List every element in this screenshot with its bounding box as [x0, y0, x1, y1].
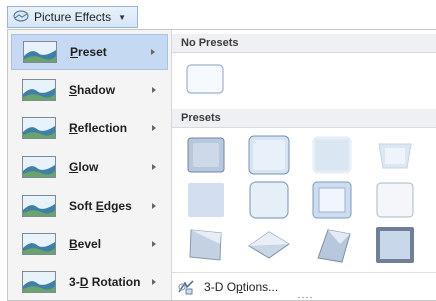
preset-tile[interactable]	[373, 179, 417, 221]
preset-gallery: No Presets Presets 3-D Options...	[172, 30, 436, 300]
effects-category-list: Preset Shadow Reflection Glow Soft Edges Beve…	[8, 30, 172, 300]
submenu-arrow-icon	[152, 87, 156, 93]
picture-effects-menu: Preset Shadow Reflection Glow Soft Edges Beve…	[7, 29, 436, 301]
bevel-thumb-icon	[22, 233, 56, 255]
3d-rotation-thumb-icon	[22, 271, 56, 293]
preset-tile[interactable]	[184, 179, 228, 221]
menu-item-label: Bevel	[69, 237, 102, 251]
menu-item-glow[interactable]: Glow	[11, 149, 168, 185]
preset-tile[interactable]	[184, 134, 228, 176]
menu-item-3-d-rotation[interactable]: 3-D Rotation	[11, 264, 168, 300]
preset-tile[interactable]	[184, 224, 228, 266]
menu-item-label: Reflection	[69, 121, 128, 135]
preset-tile[interactable]	[373, 134, 417, 176]
reflection-thumb-icon	[22, 117, 56, 139]
submenu-arrow-icon	[152, 279, 156, 285]
chevron-down-icon: ▼	[118, 12, 127, 22]
preset-thumb-icon	[23, 41, 57, 63]
menu-item-label: Preset	[70, 45, 107, 59]
submenu-arrow-icon	[152, 241, 156, 247]
menu-item-shadow[interactable]: Shadow	[11, 72, 168, 108]
submenu-arrow-icon	[151, 49, 155, 55]
menu-item-preset[interactable]: Preset	[11, 34, 168, 70]
menu-item-reflection[interactable]: Reflection	[11, 110, 168, 146]
3d-options-icon	[176, 278, 196, 296]
preset-tile[interactable]	[247, 179, 291, 221]
resize-grip-icon[interactable]	[297, 296, 313, 299]
menu-item-label: Glow	[69, 160, 99, 174]
submenu-arrow-icon	[152, 164, 156, 170]
no-preset-tile[interactable]	[184, 62, 226, 96]
presets-header: Presets	[172, 109, 436, 128]
menu-item-label: Shadow	[69, 83, 116, 97]
shadow-thumb-icon	[22, 79, 56, 101]
glow-thumb-icon	[22, 156, 56, 178]
menu-item-label: 3-D Rotation	[69, 275, 141, 289]
submenu-arrow-icon	[152, 125, 156, 131]
preset-tile[interactable]	[247, 224, 291, 266]
picture-effects-label: Picture Effects	[34, 10, 112, 24]
menu-item-soft-edges[interactable]: Soft Edges	[11, 188, 168, 224]
soft-edges-thumb-icon	[22, 195, 56, 217]
preset-tile[interactable]	[310, 134, 354, 176]
preset-tile[interactable]	[247, 134, 291, 176]
preset-tile[interactable]	[310, 179, 354, 221]
preset-tile[interactable]	[373, 224, 417, 266]
preset-tile[interactable]	[310, 224, 354, 266]
picture-effects-button[interactable]: Picture Effects ▼	[7, 6, 138, 28]
menu-item-label: Soft Edges	[69, 199, 132, 213]
submenu-arrow-icon	[152, 203, 156, 209]
picture-effects-icon	[13, 10, 29, 25]
3d-options-row[interactable]: 3-D Options...	[172, 272, 436, 301]
no-presets-header: No Presets	[172, 34, 436, 53]
3d-options-label: 3-D Options...	[204, 280, 279, 294]
menu-item-bevel[interactable]: Bevel	[11, 226, 168, 262]
